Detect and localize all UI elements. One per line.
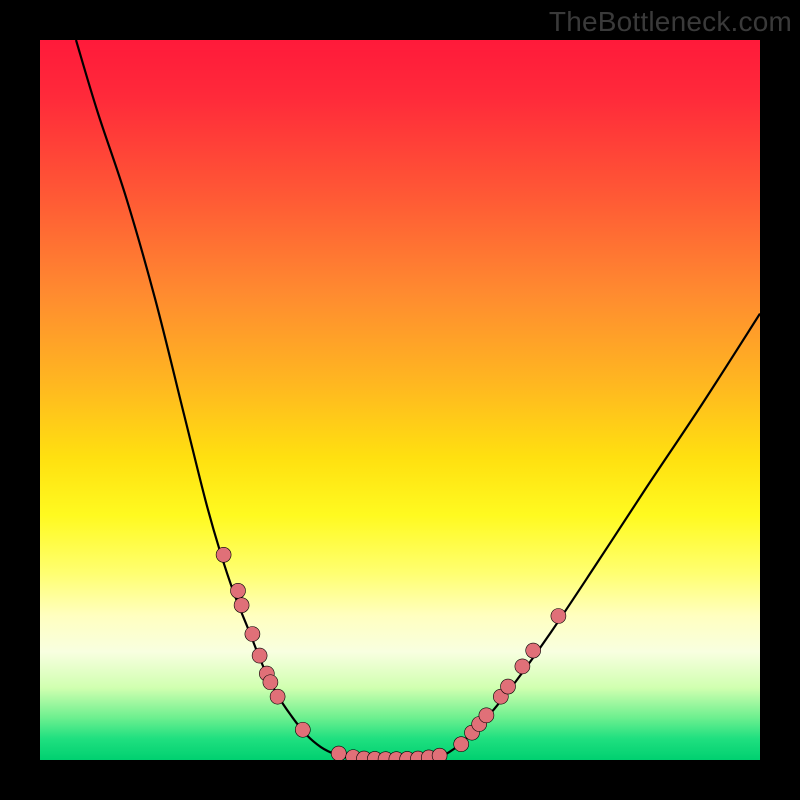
data-marker: [216, 547, 231, 562]
data-marker: [479, 708, 494, 723]
marker-group: [216, 547, 566, 760]
data-marker: [515, 659, 530, 674]
data-marker: [454, 737, 469, 752]
data-marker: [270, 689, 285, 704]
data-marker: [526, 643, 541, 658]
plot-area: [40, 40, 760, 760]
data-marker: [234, 598, 249, 613]
data-marker: [432, 748, 447, 760]
data-marker: [331, 746, 346, 760]
data-marker: [263, 675, 278, 690]
data-marker: [501, 679, 516, 694]
data-marker: [295, 722, 310, 737]
data-marker: [231, 583, 246, 598]
chart-stage: TheBottleneck.com: [0, 0, 800, 800]
data-marker: [245, 627, 260, 642]
bottleneck-curve: [76, 40, 760, 759]
watermark-text: TheBottleneck.com: [549, 6, 792, 38]
chart-svg: [40, 40, 760, 760]
data-marker: [551, 609, 566, 624]
data-marker: [252, 648, 267, 663]
